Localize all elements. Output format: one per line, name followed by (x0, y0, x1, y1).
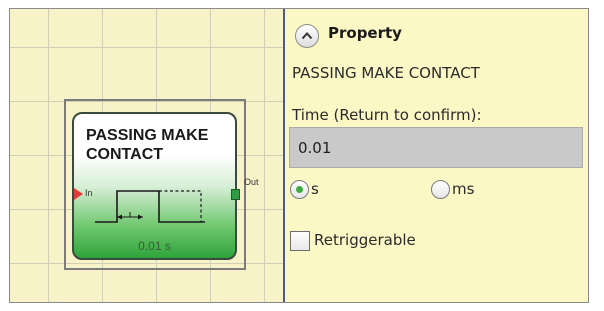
block-title: PASSING MAKE CONTACT (86, 126, 235, 164)
block-title-line1: PASSING MAKE (86, 127, 209, 144)
app-frame: PASSING MAKE CONTACT 0.01 s In Out Prope… (9, 8, 589, 303)
pulse-waveform-icon (95, 190, 205, 223)
unit-radio-ms[interactable] (431, 180, 450, 199)
time-field-label: Time (Return to confirm): (292, 106, 482, 124)
retriggerable-label: Retriggerable (314, 231, 416, 249)
time-input[interactable] (289, 127, 583, 168)
property-panel: Property PASSING MAKE CONTACT Time (Retu… (285, 9, 588, 302)
retriggerable-checkbox[interactable] (290, 231, 310, 251)
unit-radio-s-label: s (311, 180, 319, 198)
input-pin-label: In (85, 188, 93, 198)
property-panel-title: Property (328, 24, 402, 42)
unit-radio-ms-label: ms (452, 180, 475, 198)
block-title-line2: CONTACT (86, 146, 164, 163)
output-pin-label: Out (244, 177, 259, 187)
design-canvas[interactable]: PASSING MAKE CONTACT 0.01 s In Out (10, 9, 285, 302)
collapse-property-button[interactable] (295, 24, 319, 48)
unit-radio-s[interactable] (290, 180, 309, 199)
block-time-value: 0.01 s (138, 239, 171, 253)
chevron-up-icon (301, 32, 313, 40)
output-pin-icon[interactable] (231, 189, 240, 200)
input-pin-icon[interactable] (74, 188, 83, 200)
property-panel-subtitle: PASSING MAKE CONTACT (292, 64, 480, 82)
